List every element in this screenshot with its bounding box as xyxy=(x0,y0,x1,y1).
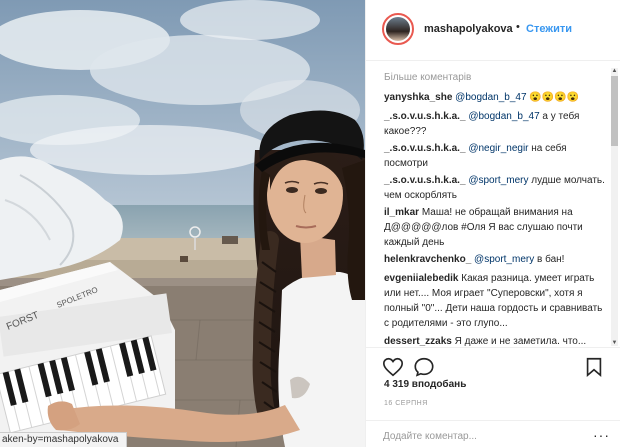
heart-icon[interactable] xyxy=(382,356,404,378)
more-options-icon[interactable]: ··· xyxy=(593,427,610,443)
post-actions: 4 319 вподобань 16 СЕРПНЯ xyxy=(366,347,620,408)
comment-username[interactable]: _.s.o.v.u.s.h.k.a._ xyxy=(384,111,466,122)
comment: dessert_zzaks Я даже и не заметила. что.… xyxy=(384,334,606,347)
comment: evgeniialebedik Какая разница. умеет игр… xyxy=(384,271,606,331)
comment: _.s.o.v.u.s.h.k.a._ @bogdan_b_47 а у теб… xyxy=(384,109,606,139)
separator-dot: • xyxy=(516,21,520,33)
comment: yanyshka_she @bogdan_b_47 😮😮😮😮 xyxy=(384,90,606,105)
comment-username[interactable]: _.s.o.v.u.s.h.k.a._ xyxy=(384,143,466,154)
comment-username[interactable]: evgeniialebedik xyxy=(384,273,458,284)
comment-mention[interactable]: @negir_negir xyxy=(468,143,528,154)
scroll-up-icon[interactable]: ▲ xyxy=(611,68,618,74)
comment-mention[interactable]: @sport_mery xyxy=(468,175,528,186)
comment-text: в бан! xyxy=(534,254,565,265)
comment: il_mkar Маша! не обращай внимания на Д@@… xyxy=(384,205,606,250)
scrollbar-thumb[interactable] xyxy=(611,76,618,146)
username-link[interactable]: mashapolyakova xyxy=(424,23,513,35)
more-comments-link[interactable]: Більше коментарів xyxy=(384,72,471,83)
follow-button[interactable]: Стежити xyxy=(526,23,572,35)
post-header: mashapolyakova • Стежити xyxy=(366,0,620,61)
avatar[interactable] xyxy=(382,13,414,45)
comment-username[interactable]: _.s.o.v.u.s.h.k.a._ xyxy=(384,175,466,186)
comment-username[interactable]: dessert_zzaks xyxy=(384,336,452,347)
likes-count[interactable]: 4 319 вподобань xyxy=(384,379,466,390)
comments-scrollbar[interactable]: ▲ ▼ xyxy=(611,68,618,346)
post-photo[interactable]: FORST SPOLETRO aken-by=mashapolyakova xyxy=(0,0,365,447)
comment-username[interactable]: helenkravchenko_ xyxy=(384,254,471,265)
comment-username[interactable]: il_mkar xyxy=(384,207,419,218)
comment-text: Я даже и не заметила. что... xyxy=(454,336,587,347)
comment-mention[interactable]: @bogdan_b_47 xyxy=(468,111,539,122)
post-sidebar: mashapolyakova • Стежити Більше коментар… xyxy=(365,0,620,447)
comment: helenkravchenko_ @sport_mery в бан! xyxy=(384,252,606,267)
add-comment-bar: Додайте коментар... ··· xyxy=(366,420,620,448)
scroll-down-icon[interactable]: ▼ xyxy=(611,340,618,346)
comment-icon[interactable] xyxy=(413,356,435,378)
comment-text: 😮😮😮😮 xyxy=(526,92,580,103)
comment-mention[interactable]: @sport_mery xyxy=(474,254,534,265)
comments-list: Більше коментарів yanyshka_she @bogdan_b… xyxy=(366,62,620,347)
comment: _.s.o.v.u.s.h.k.a._ @negir_negir на себя… xyxy=(384,141,606,171)
comment-mention[interactable]: @bogdan_b_47 xyxy=(455,92,526,103)
comment: _.s.o.v.u.s.h.k.a._ @sport_mery лудше мо… xyxy=(384,173,606,203)
add-comment-input[interactable]: Додайте коментар... xyxy=(383,431,477,442)
post-date[interactable]: 16 СЕРПНЯ xyxy=(384,400,428,407)
comment-username[interactable]: yanyshka_she xyxy=(384,92,452,103)
bookmark-icon[interactable] xyxy=(583,356,605,378)
status-url-bar: aken-by=mashapolyakova xyxy=(0,432,128,447)
photo-scene: FORST SPOLETRO xyxy=(0,0,365,447)
